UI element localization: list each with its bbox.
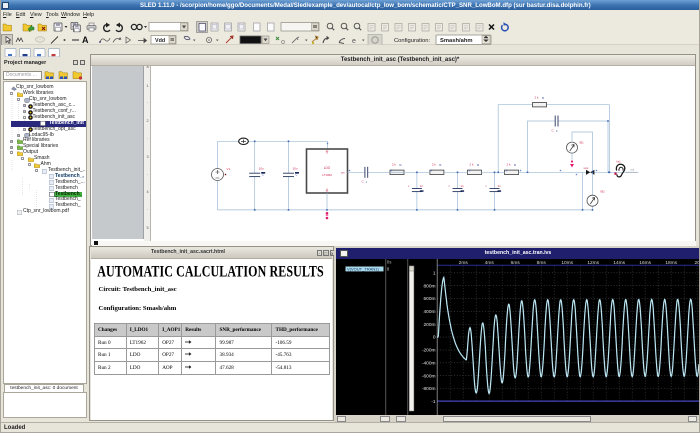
svg-text:out: out — [631, 167, 635, 171]
svg-text:1: 1 — [366, 180, 368, 184]
svg-text:2 k: 2 k — [535, 95, 540, 99]
svg-text:10u: 10u — [293, 166, 298, 170]
svg-text:R: R — [542, 95, 544, 99]
svg-text:LT1962: LT1962 — [322, 173, 332, 177]
svg-text:R: R — [400, 162, 402, 166]
svg-text:2 k: 2 k — [470, 162, 475, 166]
svg-text:R: R — [439, 162, 441, 166]
svg-text:200m: 200m — [424, 321, 436, 327]
svg-text:10u: 10u — [259, 166, 264, 170]
svg-text:vout: vout — [584, 166, 589, 170]
svg-text:v: v — [449, 185, 451, 188]
svg-text:400m: 400m — [424, 309, 436, 315]
svg-text:-600m: -600m — [422, 373, 436, 379]
svg-text:2 k: 2 k — [432, 162, 437, 166]
svg-text:V(VOUT_TRAN1): V(VOUT_TRAN1) — [347, 266, 379, 271]
svg-text:Configuration:: Configuration: — [394, 38, 430, 44]
svg-text:1n: 1n — [461, 184, 465, 188]
svg-text:2: 2 — [556, 129, 558, 133]
svg-text:v: v — [408, 185, 410, 188]
svg-text:-800m: -800m — [422, 386, 436, 392]
svg-text:1n: 1n — [420, 184, 424, 188]
svg-text:C: C — [552, 128, 555, 132]
svg-text:800m: 800m — [424, 283, 436, 289]
svg-text:600m: 600m — [424, 296, 436, 302]
svg-text:1: 1 — [433, 270, 436, 276]
svg-text:R: R — [477, 162, 479, 166]
svg-text:LDO: LDO — [324, 166, 331, 170]
svg-text:C: C — [362, 179, 365, 183]
svg-text:0: 0 — [433, 334, 436, 340]
svg-text:-400m: -400m — [422, 360, 436, 366]
svg-text:2 k: 2 k — [392, 162, 397, 166]
svg-text:lis1: lis1 — [617, 159, 622, 163]
svg-text:A: A — [82, 35, 89, 45]
svg-text:IB1: IB1 — [580, 140, 585, 144]
svg-text:Vdd: Vdd — [155, 38, 165, 44]
svg-text:IB2: IB2 — [601, 189, 606, 193]
svg-text:2 k: 2 k — [507, 162, 512, 166]
svg-text:out: out — [341, 170, 345, 174]
svg-text:e: e — [352, 38, 356, 45]
svg-text:R: R — [514, 162, 516, 166]
svg-text:-200m: -200m — [422, 347, 436, 353]
svg-text:-1: -1 — [431, 398, 436, 404]
svg-text:0s: 0s — [387, 259, 392, 264]
svg-text:Smash/ahm: Smash/ahm — [440, 38, 473, 44]
svg-text:V1: V1 — [227, 167, 231, 171]
svg-text:1n: 1n — [498, 184, 502, 188]
svg-text:v: v — [486, 185, 488, 188]
